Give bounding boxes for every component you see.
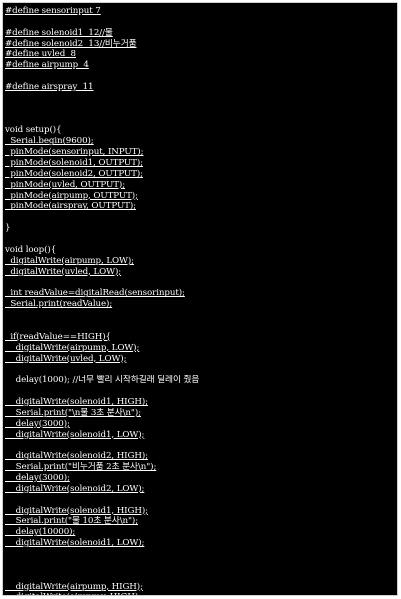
code-line: digitalWrite(solenoid1, LOW); <box>5 538 145 549</box>
code-line: delay(3000); <box>5 472 70 483</box>
code-line: digitalWrite(airpump, LOW); <box>5 255 134 266</box>
code-line: pinMode(sensorinput, INPUT); <box>5 147 144 158</box>
code-line: int readValue=digitalRead(sensorinput); <box>5 288 185 299</box>
code-line: digitalWrite(uvled, LOW); <box>5 353 127 364</box>
code-line: Serial.print("\n물 3초 분사\n"); <box>5 407 141 418</box>
code-line: } <box>5 223 11 234</box>
code-line: delay(10000); <box>5 527 76 538</box>
code-line: Serial.begin(9600); <box>5 136 94 147</box>
code-line: pinMode(solenoid1, OUTPUT); <box>5 158 143 169</box>
code-line: #define sensorinput 7 <box>5 6 101 16</box>
code-line: #define airpump 4 <box>5 60 89 71</box>
code-line: digitalWrite(solenoid1, HIGH); <box>5 505 148 516</box>
code-line: digitalWrite(airpump, LOW); <box>5 342 140 353</box>
code-line: delay(1000); //너무 빨리 시작하길래 딜레이 줬음 <box>5 375 200 386</box>
code-line: pinMode(airspray, OUTPUT); <box>5 201 136 212</box>
code-line: void loop(){ <box>5 244 57 255</box>
code-line: digitalWrite(airpump, HIGH); <box>5 581 143 592</box>
code-line: Serial.print("비누거품 2초 분사\n"); <box>5 462 157 473</box>
code-line: digitalWrite(uvled, LOW); <box>5 266 122 277</box>
code-line: delay(3000); <box>5 418 70 429</box>
code-line: #define solenoid2 13//비누거품 <box>5 38 137 49</box>
code-line: digitalWrite(solenoid1, LOW); <box>5 429 145 440</box>
code-line: digitalWrite(solenoid2, HIGH); <box>5 451 148 462</box>
code-line: pinMode(airpump, OUTPUT); <box>5 190 138 201</box>
code-line: pinMode(solenoid2, OUTPUT); <box>5 168 143 179</box>
code-line: #define uvled 8 <box>5 49 76 60</box>
code-line: #define solenoid1 12//물 <box>5 27 113 38</box>
code-line: void setup(){ <box>5 125 62 136</box>
code-editor[interactable]: #define sensorinput 7 #define solenoid1 1… <box>2 2 398 596</box>
code-line: pinMode(uvled, OUTPUT); <box>5 179 126 190</box>
code-line: Serial.print(readValue); <box>5 299 113 310</box>
code-line: if(readValue==HIGH){ <box>5 331 111 342</box>
code-line: digitalWrite(solenoid2, LOW); <box>5 483 145 494</box>
code-line: digitalWrite(solenoid1, HIGH); <box>5 396 148 407</box>
code-lines: #define sensorinput 7 #define solenoid1 1… <box>5 6 395 595</box>
code-line: Serial.print("물 10초 분사\n"); <box>5 516 139 527</box>
code-line: #define airspray 11 <box>5 82 94 93</box>
